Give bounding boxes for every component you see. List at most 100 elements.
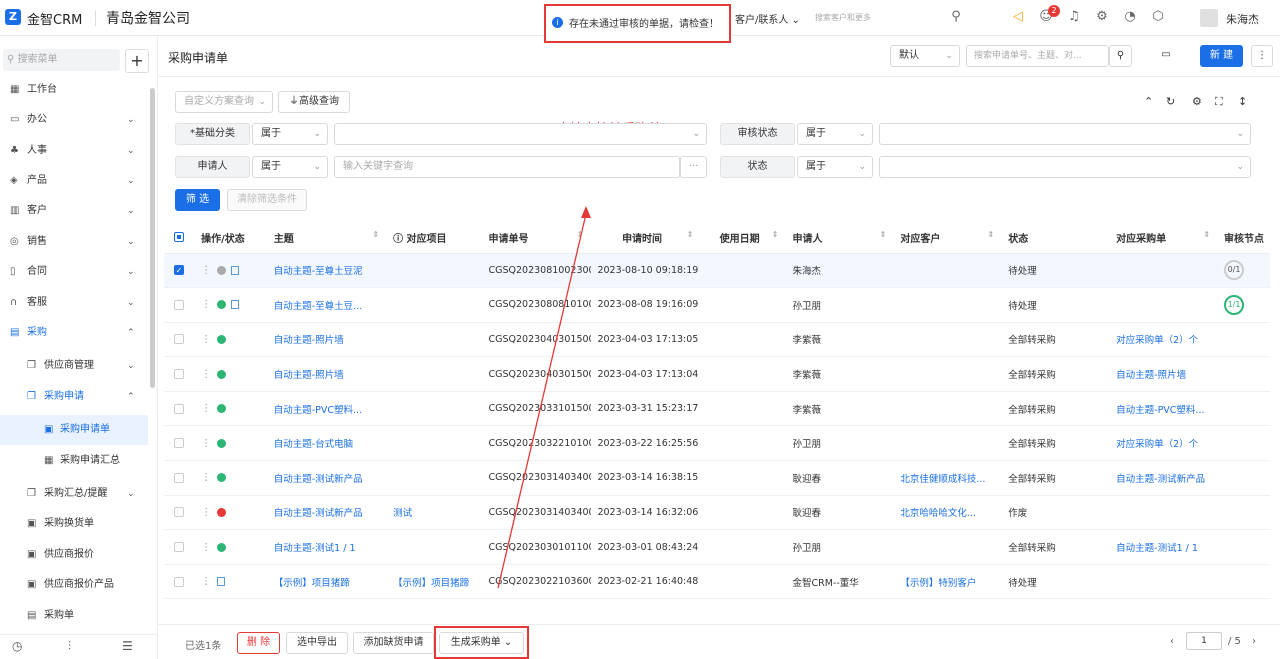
list-search-input[interactable]: 搜索申请单号、主题、对...: [966, 45, 1109, 67]
row-checkbox[interactable]: [174, 438, 184, 449]
filter-op-audit[interactable]: 属于 ⌄: [797, 123, 873, 145]
sidebar-item-purchase-request-list[interactable]: ▣ 采购申请单: [0, 415, 148, 445]
row-checkbox[interactable]: [174, 299, 184, 310]
prev-page-icon[interactable]: ‹: [1170, 636, 1174, 647]
audit-node-badge[interactable]: 0/1: [1224, 260, 1245, 281]
refresh-icon[interactable]: ↻: [1166, 95, 1175, 108]
filter-value-audit[interactable]: ⌄: [879, 123, 1251, 145]
sidebar-item-product[interactable]: ◈ 产品 ⌄: [0, 166, 148, 196]
fullscreen-icon[interactable]: ⛶: [1215, 95, 1223, 109]
more-icon[interactable]: ⋮: [201, 334, 211, 345]
col-header-po[interactable]: 对应采购单 ⇕: [1110, 223, 1219, 254]
search-icon[interactable]: ⚲: [948, 9, 964, 25]
cube-icon[interactable]: ⬡: [1150, 9, 1166, 25]
more-icon[interactable]: ⋮: [201, 403, 211, 414]
monitor-icon[interactable]: ▭: [1155, 45, 1177, 67]
subject-link[interactable]: 自动主题-PVC塑料...: [267, 391, 388, 427]
table-row[interactable]: ⋮ 自动主题-测试新产品 CGSQ20230314034002 2023-03-…: [164, 460, 1270, 496]
filter-op-status[interactable]: 属于 ⌄: [797, 156, 873, 178]
sidebar-item-purchase-exchange[interactable]: ▣ 采购换货单: [0, 509, 148, 539]
col-header-customer[interactable]: 对应客户 ⇕: [894, 223, 1003, 254]
row-checkbox[interactable]: [174, 334, 184, 345]
search-button[interactable]: ⚲: [1109, 45, 1132, 67]
sidebar-item-purchase[interactable]: ▤ 采购 ⌃: [0, 318, 148, 348]
sidebar-item-service[interactable]: ∩ 客服 ⌄: [0, 288, 148, 318]
more-icon[interactable]: ⋮: [201, 542, 211, 553]
sidebar-item-supplier-mgmt[interactable]: ❐ 供应商管理 ⌄: [0, 351, 148, 381]
more-options-button[interactable]: ···: [680, 156, 707, 178]
customer-dropdown[interactable]: 客户/联系人 ⌄: [735, 11, 800, 26]
collapse-up-icon[interactable]: ⌃: [1144, 95, 1153, 108]
more-icon[interactable]: ⋮: [1251, 45, 1273, 67]
more-icon[interactable]: ⋮: [201, 369, 211, 380]
global-search-input[interactable]: 搜索客户和更多: [815, 12, 871, 23]
sidebar-scrollbar[interactable]: [150, 88, 155, 388]
speaker-icon[interactable]: ◁: [1010, 9, 1026, 25]
col-header-project[interactable]: ⓘ 对应项目: [387, 223, 483, 254]
sliders-icon[interactable]: ⫶: [68, 639, 71, 654]
col-header-applicant[interactable]: 申请人 ⇕: [786, 223, 895, 254]
sidebar-item-supplier-quote-product[interactable]: ▣ 供应商报价产品: [0, 570, 148, 600]
col-header-subject[interactable]: 主题 ⇕: [267, 223, 388, 254]
more-icon[interactable]: ⋮: [201, 507, 211, 518]
more-icon[interactable]: ⋮: [201, 265, 211, 276]
col-header-no[interactable]: 申请单号 ⇕: [482, 223, 592, 254]
row-checkbox[interactable]: [174, 576, 184, 587]
page-input[interactable]: 1: [1186, 632, 1222, 650]
menu-search-input[interactable]: ⚲ 搜索菜单: [3, 49, 120, 71]
delete-button[interactable]: 删 除: [237, 632, 280, 654]
filter-op-category[interactable]: 属于 ⌄: [252, 123, 328, 145]
subject-link[interactable]: 自动主题-至尊土豆...: [267, 287, 388, 323]
more-icon[interactable]: ⋮: [201, 299, 211, 310]
sidebar-item-hr[interactable]: ♣ 人事 ⌄: [0, 136, 148, 166]
audit-node-badge[interactable]: 1/1: [1224, 294, 1245, 315]
table-row[interactable]: ⋮ 自动主题-PVC塑料... CGSQ20230331015001 2023-…: [164, 391, 1270, 427]
sidebar-item-supplier-quote[interactable]: ▣ 供应商报价: [0, 540, 148, 570]
sidebar-item-contract[interactable]: ▯ 合同 ⌄: [0, 257, 148, 287]
table-row[interactable]: ✓ ⋮ 自动主题-至尊土豆泥 CGSQ20230810023001 2023-0…: [164, 253, 1270, 289]
select-all-checkbox[interactable]: [164, 223, 196, 254]
add-missing-request-button[interactable]: 添加缺货申请: [353, 632, 434, 654]
next-page-icon[interactable]: ›: [1252, 636, 1256, 647]
sidebar-item-purchase-request-summary[interactable]: ▦ 采购申请汇总: [0, 446, 148, 476]
filter-value-category[interactable]: ⌄: [334, 123, 707, 145]
more-icon[interactable]: ⋮: [201, 438, 211, 449]
sidebar-item-sales[interactable]: ◎ 销售 ⌄: [0, 227, 148, 257]
row-checkbox[interactable]: [174, 472, 184, 483]
sidebar-item-workbench[interactable]: ▦ 工作台: [0, 75, 148, 105]
generate-po-button[interactable]: 生成采购单 ⌄: [439, 632, 524, 654]
subject-link[interactable]: 【示例】项目猪蹄: [267, 564, 388, 600]
avatar[interactable]: [1200, 9, 1218, 27]
col-header-time[interactable]: 申请时间 ⇕: [591, 223, 702, 254]
row-checkbox[interactable]: [174, 403, 184, 414]
subject-link[interactable]: 自动主题-测试新产品: [267, 460, 388, 496]
sidebar-item-purchase-summary[interactable]: ❐ 采购汇总/提醒 ⌄: [0, 479, 148, 509]
sidebar-item-customer[interactable]: ▥ 客户 ⌄: [0, 196, 148, 226]
filter-value-status[interactable]: ⌄: [879, 156, 1251, 178]
subject-link[interactable]: 自动主题-测试1 / 1: [267, 529, 388, 565]
view-select[interactable]: 默认 ⌄: [890, 45, 960, 67]
bell-icon[interactable]: ♫: [1066, 9, 1082, 25]
row-checkbox[interactable]: [174, 507, 184, 518]
table-row[interactable]: ⋮ 自动主题-至尊土豆... CGSQ20230808101001 2023-0…: [164, 287, 1270, 323]
col-header-use-date[interactable]: 使用日期 ⇕: [701, 223, 787, 254]
subject-link[interactable]: 自动主题-至尊土豆泥: [267, 253, 388, 289]
subject-link[interactable]: 自动主题-台式电脑: [267, 425, 388, 462]
table-row[interactable]: ⋮ 自动主题-测试新产品 测试 CGSQ20230314034001 2023-…: [164, 495, 1270, 531]
height-icon[interactable]: ↕: [1238, 95, 1247, 108]
filter-keyword-input[interactable]: 输入关键字查询: [334, 156, 680, 178]
row-checkbox[interactable]: [174, 542, 184, 553]
subject-link[interactable]: 自动主题-照片墙: [267, 322, 388, 358]
sidebar-item-purchase-request[interactable]: ❐ 采购申请 ⌃: [0, 382, 148, 412]
new-button[interactable]: 新 建: [1200, 45, 1243, 67]
row-checkbox[interactable]: ✓: [174, 265, 184, 276]
gear-icon[interactable]: ⚙: [1094, 9, 1110, 25]
sidebar-item-purchase-order[interactable]: ▤ 采购单: [0, 601, 148, 631]
settings-icon[interactable]: ⚙: [1192, 95, 1202, 108]
row-checkbox[interactable]: [174, 369, 184, 380]
add-menu-button[interactable]: +: [125, 49, 149, 73]
user-name[interactable]: 朱海杰: [1226, 11, 1259, 27]
table-row[interactable]: ⋮ 自动主题-照片墙 CGSQ20230403015001 2023-04-03…: [164, 322, 1270, 358]
table-row[interactable]: ⋮ 自动主题-台式电脑 CGSQ20230322101001 2023-03-2…: [164, 425, 1270, 462]
more-icon[interactable]: ⋮: [201, 576, 211, 587]
